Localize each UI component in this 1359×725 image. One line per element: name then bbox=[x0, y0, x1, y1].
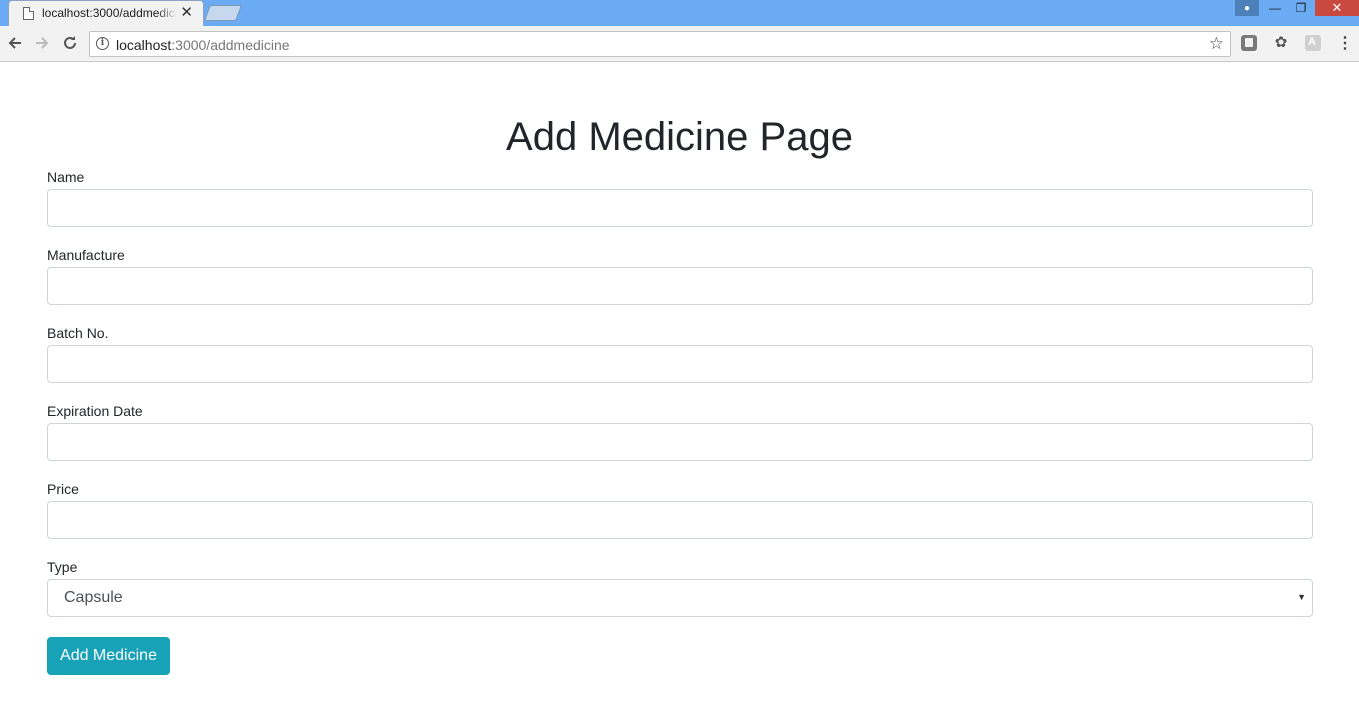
new-tab-button[interactable] bbox=[204, 5, 242, 21]
expiration-date-input[interactable] bbox=[47, 423, 1313, 461]
browser-toolbar: i localhost:3000/addmedicine ☆ ✿ ⋮ bbox=[0, 26, 1359, 62]
tab-title: localhost:3000/addmedicine bbox=[42, 6, 177, 20]
page-icon bbox=[23, 7, 34, 20]
window-close-button[interactable]: ✕ bbox=[1315, 0, 1359, 16]
expiration-date-group: Expiration Date bbox=[47, 402, 1313, 480]
batch-no-input[interactable] bbox=[47, 345, 1313, 383]
type-select-wrapper: Capsule ▼ bbox=[47, 579, 1313, 617]
url-host: localhost bbox=[116, 37, 172, 53]
more-menu-icon[interactable]: ⋮ bbox=[1337, 34, 1353, 54]
minimize-button[interactable]: — bbox=[1263, 0, 1287, 16]
batch-no-label: Batch No. bbox=[47, 325, 109, 341]
url-text[interactable]: localhost:3000/addmedicine bbox=[116, 37, 290, 53]
price-group: Price bbox=[47, 480, 1313, 558]
manufacture-label: Manufacture bbox=[47, 247, 125, 263]
type-label: Type bbox=[47, 559, 78, 575]
user-profile-button[interactable]: ● bbox=[1235, 0, 1259, 16]
add-medicine-form: Name Manufacture Batch No. Expiration Da… bbox=[47, 168, 1313, 675]
url-path: :3000/addmedicine bbox=[171, 37, 290, 53]
reload-button[interactable] bbox=[59, 32, 81, 54]
page-title: Add Medicine Page bbox=[506, 115, 853, 159]
user-icon: ● bbox=[1243, 2, 1251, 14]
arrow-left-icon bbox=[8, 37, 21, 49]
back-button[interactable] bbox=[4, 32, 26, 54]
arrow-right-icon bbox=[36, 37, 49, 49]
batch-no-group: Batch No. bbox=[47, 324, 1313, 402]
expiration-date-label: Expiration Date bbox=[47, 403, 143, 419]
type-group: Type Capsule ▼ bbox=[47, 558, 1313, 636]
browser-tab-active[interactable]: localhost:3000/addmedicine ✕ bbox=[8, 0, 204, 27]
price-label: Price bbox=[47, 481, 79, 497]
forward-button[interactable] bbox=[31, 32, 53, 54]
add-medicine-button[interactable]: Add Medicine bbox=[47, 637, 170, 675]
tab-close-icon[interactable]: ✕ bbox=[180, 4, 193, 22]
reload-icon bbox=[64, 36, 76, 49]
extension-icon[interactable] bbox=[1241, 35, 1257, 51]
page-content: Add Medicine Page Name Manufacture Batch… bbox=[0, 63, 1359, 725]
type-select[interactable]: Capsule bbox=[47, 579, 1313, 617]
manufacture-group: Manufacture bbox=[47, 246, 1313, 324]
name-label: Name bbox=[47, 169, 85, 185]
restore-button[interactable]: ❐ bbox=[1289, 0, 1313, 16]
pdf-icon[interactable] bbox=[1305, 35, 1321, 51]
address-bar[interactable]: i localhost:3000/addmedicine ☆ bbox=[89, 31, 1231, 57]
evernote-icon[interactable]: ✿ bbox=[1273, 35, 1289, 51]
name-input[interactable] bbox=[47, 189, 1313, 227]
browser-titlebar: localhost:3000/addmedicine ✕ ● — ❐ ✕ bbox=[0, 0, 1359, 27]
price-input[interactable] bbox=[47, 501, 1313, 539]
manufacture-input[interactable] bbox=[47, 267, 1313, 305]
info-icon[interactable]: i bbox=[96, 37, 109, 50]
name-group: Name bbox=[47, 168, 1313, 246]
star-icon[interactable]: ☆ bbox=[1209, 34, 1224, 54]
